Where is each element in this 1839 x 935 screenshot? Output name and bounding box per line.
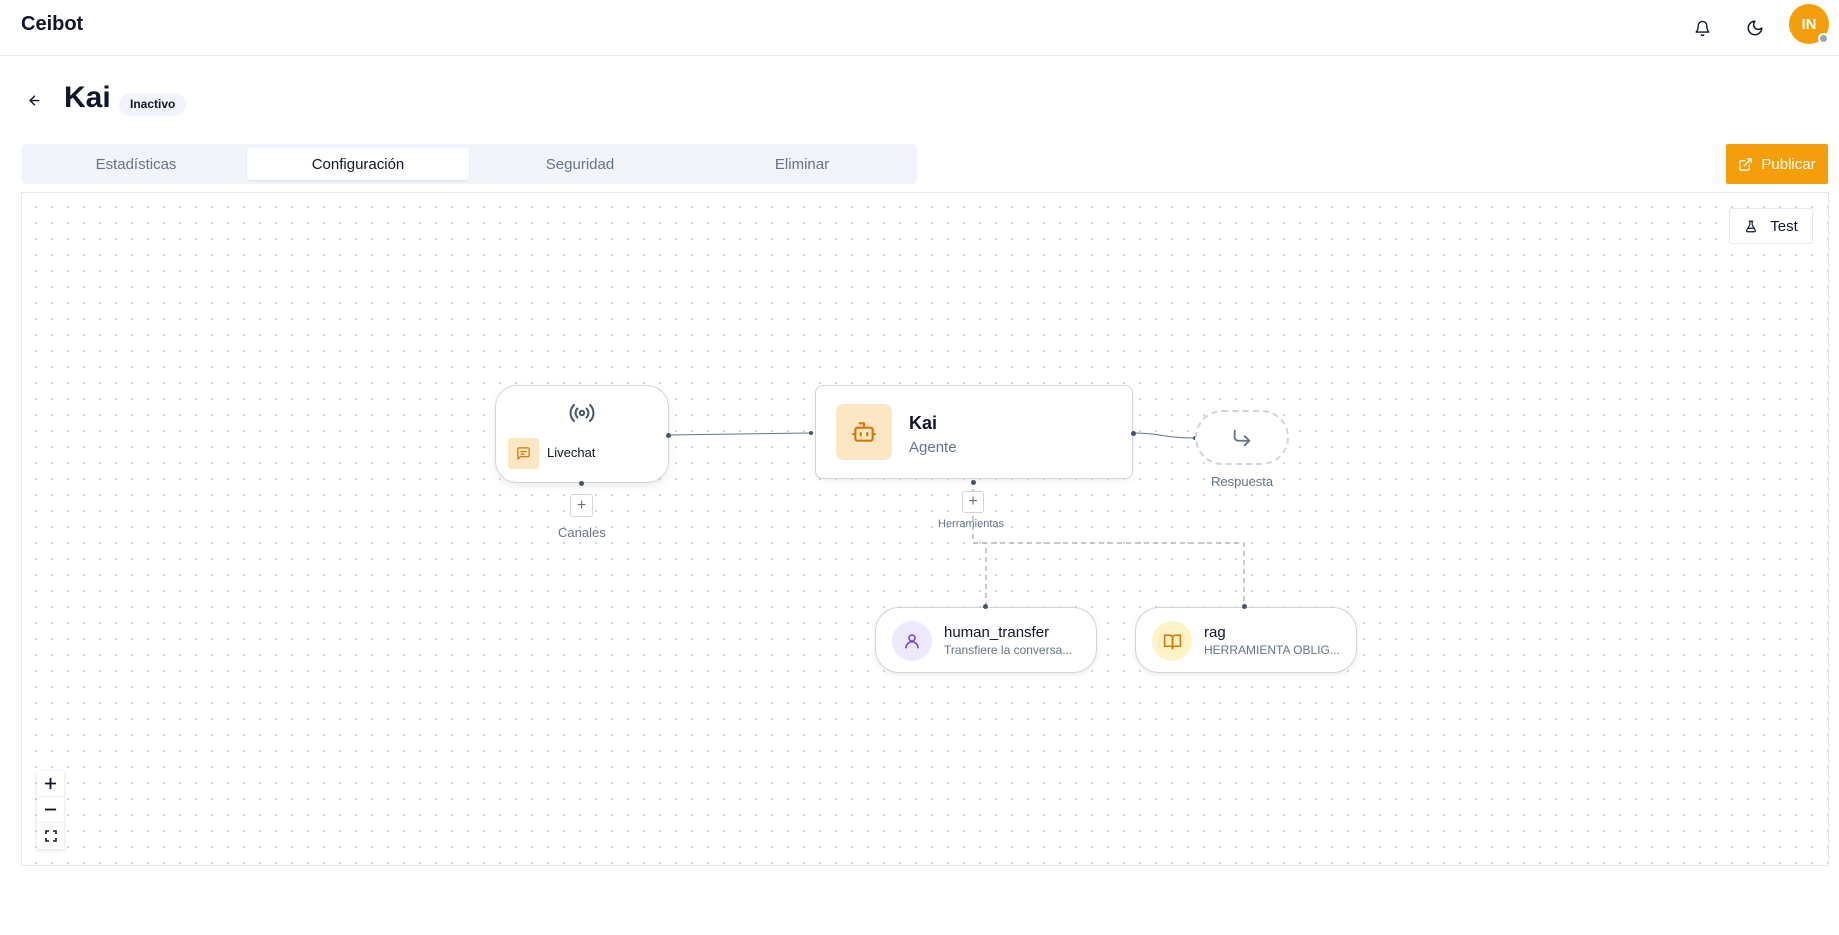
- fit-view-icon: [44, 830, 57, 842]
- tool-node-rag[interactable]: rag HERRAMIENTA OBLIG...: [1135, 607, 1357, 673]
- tool-node-human-transfer[interactable]: human_transfer Transfiere la conversa...: [875, 607, 1097, 673]
- book-open-icon: [1152, 621, 1192, 661]
- corner-down-right-icon: [1233, 429, 1251, 446]
- status-badge: Inactivo: [119, 93, 187, 116]
- response-caption: Respuesta: [1211, 474, 1274, 489]
- handle-tool-rag[interactable]: [1242, 604, 1247, 609]
- handle-channel-bottom[interactable]: [579, 481, 584, 486]
- tab-configuracion[interactable]: Configuración: [247, 148, 469, 180]
- arrow-left-icon: [28, 94, 40, 106]
- top-bar: Ceibot IN: [0, 0, 1839, 56]
- handle-agent-bottom[interactable]: [971, 480, 976, 485]
- tool-description: Transfiere la conversa...: [944, 643, 1073, 657]
- edge-tools-human-transfer: [973, 542, 987, 605]
- handle-agent-output[interactable]: [1131, 431, 1136, 436]
- agent-name: Kai: [909, 413, 938, 433]
- handle-channel-output[interactable]: [666, 433, 671, 438]
- tab-list: Estadísticas Configuración Seguridad Eli…: [21, 144, 917, 184]
- flow-edges: [667, 431, 1245, 605]
- channels-caption: Canales: [558, 525, 606, 540]
- page-title: Kai: [64, 81, 111, 114]
- radio-broadcast-icon: [568, 402, 596, 424]
- user-icon: [892, 621, 932, 661]
- edge-agent-response: [1132, 432, 1196, 439]
- plus-icon: [44, 777, 57, 790]
- zoom-controls: [37, 771, 64, 849]
- zoom-out-button[interactable]: [37, 797, 64, 823]
- bot-icon: [836, 404, 892, 460]
- publish-button-label: Publicar: [1761, 155, 1816, 173]
- edge-tools-rag: [972, 480, 1245, 605]
- moon-icon[interactable]: [1739, 12, 1771, 44]
- tab-eliminar[interactable]: Eliminar: [691, 148, 913, 180]
- agent-node[interactable]: Kai Agente: [815, 385, 1133, 479]
- handle-tool-human-transfer[interactable]: [983, 604, 988, 609]
- handle-agent-input: [809, 431, 813, 435]
- edge-channel-agent: [667, 432, 812, 436]
- bell-icon[interactable]: [1686, 12, 1718, 44]
- tool-name: human_transfer: [944, 624, 1050, 641]
- presence-indicator: [1818, 33, 1829, 44]
- tab-seguridad[interactable]: Seguridad: [469, 148, 691, 180]
- brand-logo[interactable]: Ceibot: [21, 13, 83, 36]
- publish-button[interactable]: Publicar: [1726, 144, 1828, 184]
- zoom-in-button[interactable]: [37, 771, 64, 797]
- add-tool-button[interactable]: +: [962, 491, 984, 513]
- external-link-icon: [1739, 157, 1753, 171]
- back-button[interactable]: [22, 88, 46, 112]
- add-channel-button[interactable]: +: [570, 494, 593, 517]
- minus-icon: [44, 808, 57, 811]
- tools-caption: Herramientas: [938, 518, 1005, 530]
- fit-view-button[interactable]: [37, 823, 64, 849]
- channel-label: Livechat: [547, 445, 596, 460]
- tab-estadisticas[interactable]: Estadísticas: [25, 148, 247, 180]
- flow-canvas[interactable]: Test Livechat + Canales Kai Agente + Her…: [21, 192, 1829, 866]
- tool-description: HERRAMIENTA OBLIG...: [1204, 643, 1340, 657]
- channel-node-livechat[interactable]: Livechat: [495, 385, 669, 483]
- tool-name: rag: [1204, 624, 1226, 641]
- response-node[interactable]: [1195, 410, 1289, 465]
- agent-role: Agente: [909, 439, 957, 456]
- message-square-icon: [508, 438, 539, 469]
